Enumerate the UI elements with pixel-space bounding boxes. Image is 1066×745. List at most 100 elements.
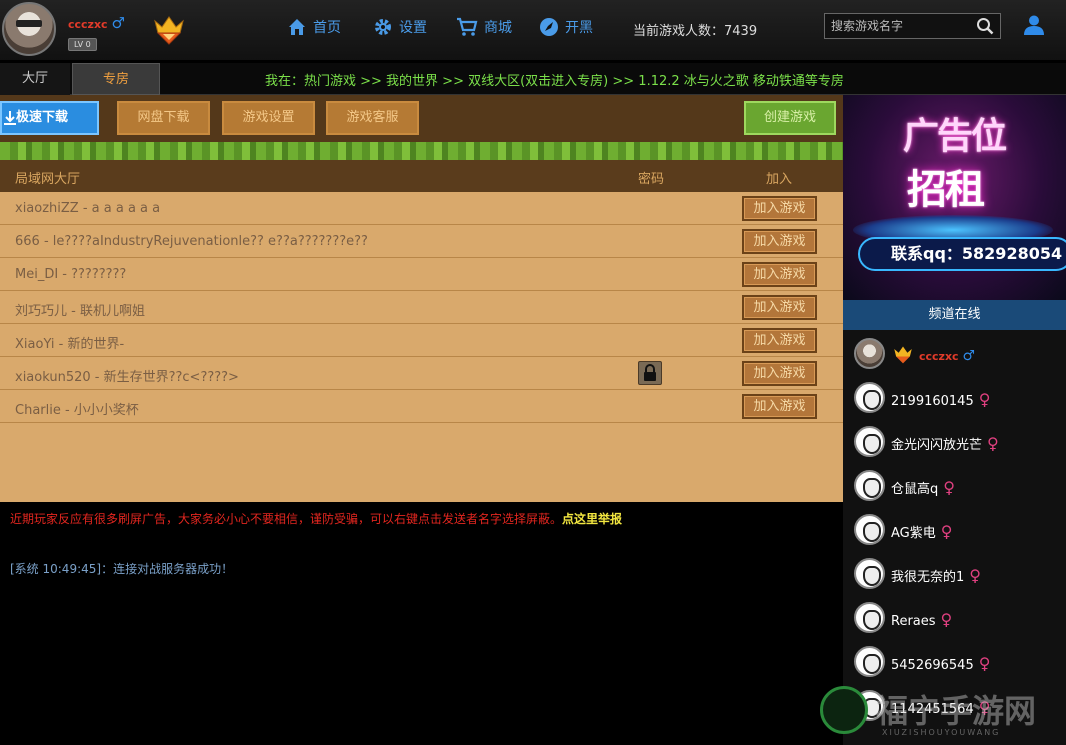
ad-banner[interactable]: 广告位 招租 联系qq：582928054	[843, 95, 1066, 300]
join-game-button[interactable]: 加入游戏	[742, 361, 817, 386]
female-icon: ♀	[987, 434, 999, 453]
online-user[interactable]: 5452696545 ♀	[843, 642, 1066, 682]
room-list: xiaozhiZZ - a a a a a a 加入游戏 666 - le????a…	[0, 192, 843, 423]
online-user-name: 金光闪闪放光芒 ♀	[891, 434, 999, 453]
game-support-button[interactable]: 游戏客服	[326, 101, 419, 135]
user-avatar[interactable]	[2, 2, 56, 56]
online-user[interactable]: 金光闪闪放光芒 ♀	[843, 422, 1066, 462]
join-game-button[interactable]: 加入游戏	[742, 328, 817, 353]
fast-download-button[interactable]: 极速下载	[0, 101, 99, 135]
online-user[interactable]: AG紫电 ♀	[843, 510, 1066, 550]
location-marquee: 我在：热门游戏 >> 我的世界 >> 双线大区(双击进入专房) >> 1.12.…	[265, 74, 844, 89]
tab-bar: 大厅 专房 我在：热门游戏 >> 我的世界 >> 双线大区(双击进入专房) >>…	[0, 63, 1066, 95]
ad-subtitle: 招租	[907, 167, 985, 213]
header-room: 局域网大厅	[15, 172, 81, 187]
header-password: 密码	[638, 172, 665, 187]
game-settings-button[interactable]: 游戏设置	[222, 101, 315, 135]
online-user-name-text: 仓鼠高q	[891, 482, 939, 497]
female-icon: ♀	[978, 390, 991, 409]
nav-shop[interactable]: 商城	[456, 17, 512, 37]
create-game-button[interactable]: 创建游戏	[744, 101, 836, 135]
avatar	[854, 646, 885, 677]
online-label: 当前游戏人数：	[633, 24, 725, 39]
avatar	[854, 382, 885, 413]
home-icon	[289, 19, 305, 35]
online-user-name-text: 2199160145	[891, 394, 974, 409]
table-row[interactable]: xiaozhiZZ - a a a a a a 加入游戏	[0, 192, 843, 225]
site-watermark: 福宁手游网 XIUZISHOUYOUWANG	[820, 686, 1066, 745]
warning-notice: 近期玩家反应有很多刷屏广告，大家务必小心不要相信，谨防受骗，可以右键点击发送者名…	[10, 510, 622, 527]
table-row[interactable]: xiaokun520 - 新生存世界??c<????> 加入游戏	[0, 357, 843, 390]
online-user-name-text: 我很无奈的1	[891, 570, 965, 585]
online-user-list: ccczxc ♂ 2199160145 ♀ 金光闪闪放光芒 ♀ 仓鼠高q ♀ AG紫电 ♀ 我很…	[843, 330, 1066, 745]
ad-title: 广告位	[903, 116, 1007, 157]
table-row[interactable]: 666 - le????aIndustryRejuvenationle?? e?…	[0, 225, 843, 258]
level-badge: LV 0	[68, 38, 97, 51]
download-icon	[4, 110, 16, 125]
male-icon: ♂	[962, 348, 975, 364]
table-row[interactable]: XiaoYi - 新的世界- 加入游戏	[0, 324, 843, 357]
room-name: 666 - le????aIndustryRejuvenationle?? e?…	[15, 234, 368, 249]
nav-home[interactable]: 首页	[287, 17, 341, 37]
channel-online-header: 频道在线	[843, 300, 1066, 330]
table-row[interactable]: Mei_DI - ???????? 加入游戏	[0, 258, 843, 291]
online-user-name: 5452696545 ♀	[891, 654, 990, 673]
join-game-button[interactable]: 加入游戏	[742, 394, 817, 419]
tab-lobby[interactable]: 大厅	[0, 63, 70, 95]
online-user[interactable]: Reraes ♀	[843, 598, 1066, 638]
online-user[interactable]: 我很无奈的1 ♀	[843, 554, 1066, 594]
online-number: 7439	[724, 24, 758, 39]
ad-contact: 联系qq：582928054	[858, 237, 1066, 271]
table-header: 局域网大厅 密码 加入	[0, 160, 843, 192]
join-game-button[interactable]: 加入游戏	[742, 229, 817, 254]
nav-settings[interactable]: 设置	[373, 17, 427, 37]
user-icon[interactable]	[1023, 14, 1045, 36]
room-name: xiaozhiZZ - a a a a a a	[15, 201, 161, 216]
watermark-title: 福宁手游网	[876, 692, 1037, 730]
watermark-subtitle: XIUZISHOUYOUWANG	[882, 728, 1001, 737]
watermark-logo-icon	[820, 686, 868, 734]
report-link[interactable]: 点这里举报	[562, 512, 622, 526]
join-game-button[interactable]: 加入游戏	[742, 262, 817, 287]
table-row[interactable]: Charlie - 小小小奖杯 加入游戏	[0, 390, 843, 423]
online-user[interactable]: 仓鼠高q ♀	[843, 466, 1066, 506]
online-user-name-text: 5452696545	[891, 658, 974, 673]
search-box	[824, 13, 1001, 39]
female-icon: ♀	[943, 478, 955, 497]
username[interactable]: ccczxc ♂	[68, 14, 125, 32]
tab-private-room[interactable]: 专房	[72, 63, 160, 95]
join-game-button[interactable]: 加入游戏	[742, 196, 817, 221]
search-input[interactable]	[825, 14, 975, 38]
table-row[interactable]: 刘巧巧儿 - 联机儿啊姐 加入游戏	[0, 291, 843, 324]
avatar	[854, 602, 885, 633]
room-name: xiaokun520 - 新生存世界??c<????>	[15, 370, 239, 385]
online-user[interactable]: 2199160145 ♀	[843, 378, 1066, 418]
male-icon: ♂	[111, 14, 125, 32]
nav-settings-label: 设置	[399, 20, 427, 36]
self-name: ccczxc	[919, 350, 959, 363]
search-icon[interactable]	[976, 17, 994, 35]
disk-download-button[interactable]: 网盘下载	[117, 101, 210, 135]
join-game-button[interactable]: 加入游戏	[742, 295, 817, 320]
room-name: Mei_DI - ????????	[15, 267, 127, 282]
online-count: 当前游戏人数：7439	[633, 20, 757, 39]
nav-team[interactable]: 开黑	[539, 17, 593, 37]
online-user-name-text: Reraes	[891, 614, 936, 629]
vip-crown-icon[interactable]	[152, 13, 186, 49]
grass-border	[0, 142, 843, 166]
online-user-name: AG紫电 ♀	[891, 522, 952, 541]
online-user-self[interactable]: ccczxc ♂	[843, 334, 1066, 374]
female-icon: ♀	[940, 522, 953, 541]
female-icon: ♀	[940, 610, 953, 629]
rocket-icon	[540, 18, 558, 36]
header-join: 加入	[766, 172, 793, 187]
avatar	[854, 514, 885, 545]
nav-home-label: 首页	[313, 20, 341, 36]
avatar	[854, 426, 885, 457]
vip-crown-icon	[894, 346, 912, 364]
fast-download-label: 极速下载	[16, 110, 69, 125]
nav-team-label: 开黑	[565, 20, 593, 36]
online-user-name: Reraes ♀	[891, 610, 952, 629]
online-user-name-text: AG紫电	[891, 526, 936, 541]
cart-icon	[457, 17, 478, 36]
